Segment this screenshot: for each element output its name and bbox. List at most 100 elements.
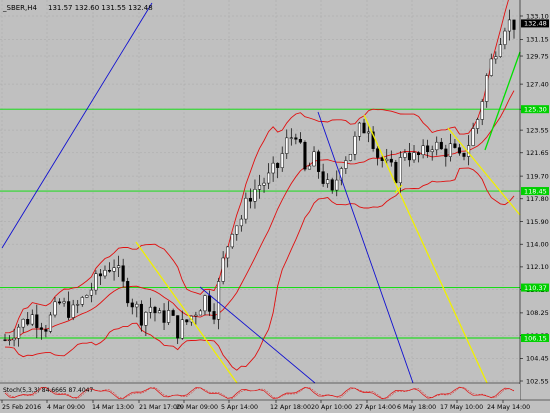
time-tick-label: 6 May 18:00 bbox=[397, 404, 436, 411]
candle-body bbox=[126, 281, 130, 304]
candle-body bbox=[157, 310, 162, 314]
candle-body bbox=[276, 162, 280, 168]
level-price-label: 125.30 bbox=[524, 105, 547, 113]
candle-body bbox=[153, 306, 157, 314]
time-tick-label: 4 Mar 09:00 bbox=[47, 404, 85, 411]
price-tick-label: 102.55 bbox=[526, 377, 549, 385]
candle-body bbox=[471, 128, 475, 146]
time-tick-label: 5 Apr 14:00 bbox=[221, 404, 258, 411]
candle-body bbox=[94, 273, 98, 291]
time-tick-label: 21 Mar 17:00 bbox=[139, 404, 181, 411]
time-tick-label: 20 Apr 10:00 bbox=[311, 404, 352, 411]
candle-body bbox=[226, 246, 230, 259]
candle-body bbox=[307, 165, 312, 170]
candle-body bbox=[430, 149, 434, 153]
candle-body bbox=[367, 131, 371, 134]
candle-body bbox=[426, 145, 430, 153]
time-tick-label: 24 May 14:00 bbox=[487, 404, 530, 411]
candle-body bbox=[71, 304, 75, 318]
candle-body bbox=[194, 314, 198, 317]
candle-body bbox=[271, 162, 275, 174]
candle-body bbox=[439, 141, 443, 150]
candle-body bbox=[485, 75, 489, 102]
candle-body bbox=[171, 310, 175, 316]
candle-body bbox=[17, 326, 21, 339]
candle-body bbox=[476, 119, 480, 129]
candle-body bbox=[489, 58, 493, 76]
candle-body bbox=[144, 311, 148, 326]
candle-body bbox=[353, 135, 357, 155]
candle-body bbox=[289, 137, 293, 139]
candle-body bbox=[303, 141, 307, 170]
candle-body bbox=[162, 310, 166, 323]
candle-body bbox=[512, 19, 516, 30]
candle-body bbox=[421, 145, 425, 156]
price-tick-label: 121.65 bbox=[526, 149, 549, 157]
main-plot-area[interactable] bbox=[0, 0, 520, 383]
price-tick-label: 119.70 bbox=[526, 172, 549, 180]
candle-body bbox=[235, 225, 239, 235]
candle-body bbox=[317, 151, 321, 172]
symbol-header: _SBER,H4 bbox=[2, 4, 38, 12]
candle-body bbox=[76, 304, 80, 306]
candle-body bbox=[412, 152, 416, 161]
candle-body bbox=[107, 269, 112, 272]
candle-body bbox=[103, 269, 107, 277]
candle-body bbox=[253, 189, 257, 202]
price-tick-label: 129.75 bbox=[526, 52, 549, 60]
candle-body bbox=[257, 185, 262, 190]
candle-body bbox=[267, 172, 271, 184]
candle-body bbox=[335, 179, 339, 191]
candle-body bbox=[26, 318, 30, 325]
candle-body bbox=[344, 160, 348, 169]
candle-body bbox=[348, 153, 352, 161]
price-axis[interactable]: 133.10131.15129.75127.40125.30123.55121.… bbox=[520, 12, 549, 385]
price-tick-label: 108.25 bbox=[526, 309, 549, 317]
price-tick-label: 115.90 bbox=[526, 218, 549, 226]
candle-body bbox=[494, 56, 498, 60]
time-axis[interactable]: 25 Feb 2016 4 Mar 09:00 14 Mar 13:00 21 Mar… bbox=[1, 400, 530, 411]
candle-body bbox=[435, 141, 439, 151]
time-tick-label: 27 Apr 14:00 bbox=[355, 404, 396, 411]
candle-body bbox=[239, 218, 243, 227]
current-price-label: 132.48 bbox=[524, 20, 547, 28]
candle-body bbox=[117, 265, 121, 268]
candle-body bbox=[185, 319, 189, 323]
candle-body bbox=[498, 44, 502, 57]
candle-body bbox=[326, 179, 330, 184]
candle-body bbox=[198, 310, 202, 316]
candle-body bbox=[85, 295, 89, 298]
candle-body bbox=[221, 257, 225, 282]
candle-body bbox=[362, 122, 366, 134]
price-tick-label: 131.15 bbox=[526, 36, 549, 44]
candle-body bbox=[244, 197, 248, 220]
price-tick-label: 117.80 bbox=[526, 195, 549, 203]
candle-body bbox=[67, 301, 71, 318]
price-tick-label: 114.00 bbox=[526, 240, 549, 248]
candle-body bbox=[407, 152, 412, 161]
candle-body bbox=[448, 143, 452, 157]
candle-body bbox=[480, 101, 484, 120]
chart-window[interactable]: _SBER,H4 131.57 132.60 131.55 132.48 133… bbox=[0, 0, 550, 413]
candle-body bbox=[35, 314, 39, 328]
candle-body bbox=[285, 137, 289, 154]
candle-body bbox=[217, 281, 221, 320]
candle-body bbox=[321, 171, 325, 184]
candle-body bbox=[80, 297, 84, 305]
candle-body bbox=[453, 143, 457, 148]
candle-body bbox=[280, 153, 284, 168]
candle-body bbox=[30, 314, 34, 325]
stochastic-title: Stoch(5,3,3) 84.6665 87.4047 bbox=[3, 387, 94, 394]
candle-body bbox=[139, 303, 143, 326]
chart-canvas[interactable]: _SBER,H4 131.57 132.60 131.55 132.48 133… bbox=[0, 0, 550, 413]
candle-body bbox=[176, 315, 180, 339]
ohlc-readout: 131.57 132.60 131.55 132.48 bbox=[48, 4, 153, 12]
candle-body bbox=[148, 306, 152, 313]
candle-body bbox=[376, 148, 380, 158]
price-tick-label: 112.10 bbox=[526, 263, 549, 271]
candle-body bbox=[403, 152, 407, 158]
candle-body bbox=[57, 301, 62, 304]
candle-body bbox=[62, 301, 66, 304]
candle-body bbox=[89, 289, 93, 296]
candle-body bbox=[462, 152, 466, 157]
